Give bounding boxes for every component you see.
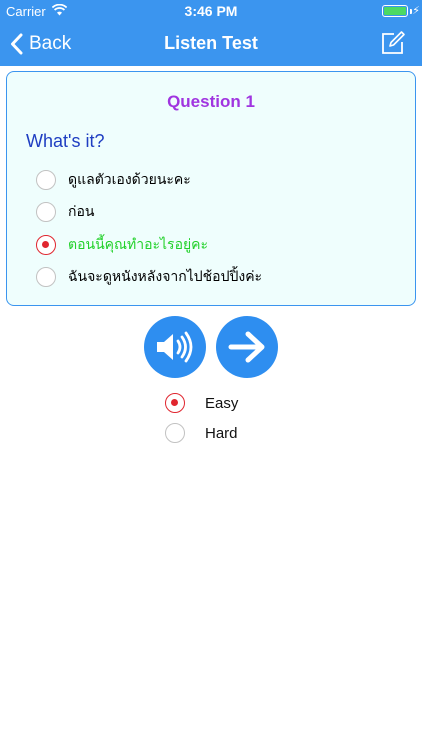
edit-note-icon[interactable] (380, 30, 406, 56)
radio-button-selected[interactable] (165, 393, 185, 413)
speaker-icon (157, 331, 193, 363)
header: Carrier 3:46 PM ⚡ Back Listen Test (0, 0, 422, 66)
arrow-right-icon (228, 331, 265, 363)
answer-option-text: ตอนนี้คุณทำอะไรอยู่คะ (68, 237, 209, 253)
answer-option-1[interactable]: ดูแลตัวเองด้วยนะคะ (36, 168, 191, 192)
status-bar: Carrier 3:46 PM ⚡ (0, 0, 422, 22)
nav-bar: Back Listen Test (0, 22, 422, 66)
question-card: Question 1 What's it? ดูแลตัวเองด้วยนะคะ… (6, 71, 416, 306)
status-time: 3:46 PM (184, 3, 238, 19)
radio-button[interactable] (36, 202, 56, 222)
next-question-button[interactable] (216, 316, 278, 378)
difficulty-hard-option[interactable]: Hard (165, 422, 238, 444)
difficulty-easy-option[interactable]: Easy (165, 392, 238, 414)
radio-button[interactable] (165, 423, 185, 443)
answer-option-text: ฉันจะดูหนังหลังจากไปช้อปปิ้งค่ะ (68, 269, 263, 285)
question-title: Question 1 (167, 92, 255, 111)
answer-option-text: ดูแลตัวเองด้วยนะคะ (68, 172, 191, 188)
difficulty-label: Easy (205, 394, 239, 412)
back-button[interactable]: Back (10, 30, 71, 58)
radio-button[interactable] (36, 267, 56, 287)
question-prompt: What's it? (26, 131, 105, 151)
battery-icon (382, 5, 408, 17)
play-audio-button[interactable] (144, 316, 206, 378)
difficulty-label: Hard (205, 424, 238, 442)
back-label: Back (29, 33, 72, 54)
charging-icon: ⚡ (412, 5, 420, 17)
radio-button[interactable] (36, 170, 56, 190)
answer-option-text: ก่อน (68, 204, 95, 220)
chevron-left-icon (11, 33, 23, 55)
answer-option-3[interactable]: ตอนนี้คุณทำอะไรอยู่คะ (36, 233, 208, 257)
answer-option-2[interactable]: ก่อน (36, 200, 94, 224)
answer-option-4[interactable]: ฉันจะดูหนังหลังจากไปช้อปปิ้งค่ะ (36, 265, 262, 289)
radio-button-selected[interactable] (36, 235, 56, 255)
